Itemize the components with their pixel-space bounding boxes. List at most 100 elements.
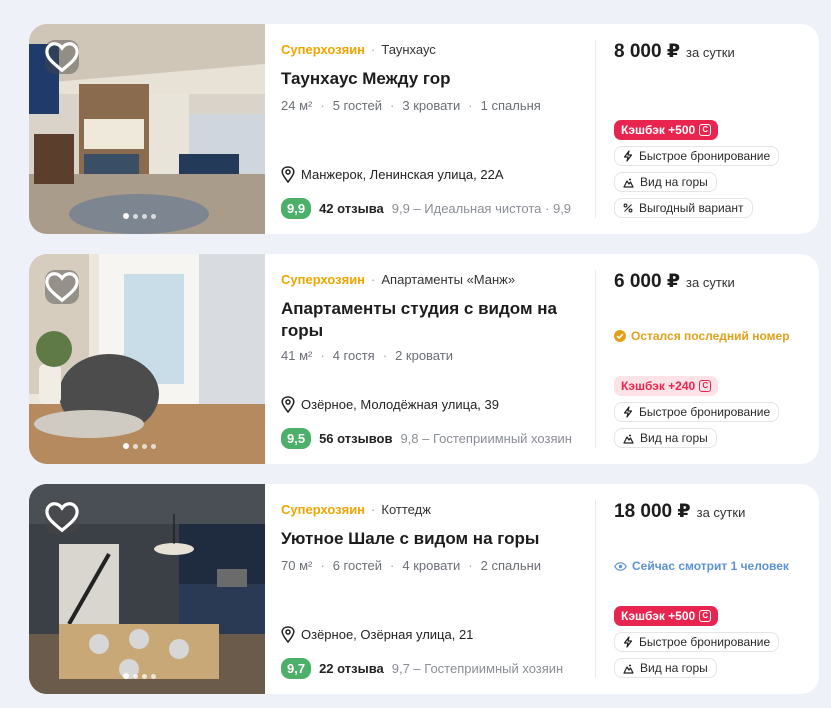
listing-card[interactable]: Суперхозяин · Таунхаус Таунхаус Между гор … bbox=[29, 24, 819, 234]
listing-photo[interactable] bbox=[29, 254, 265, 464]
lightning-icon bbox=[623, 636, 633, 648]
listing-photo[interactable] bbox=[29, 484, 265, 694]
rating-score: 9,9 bbox=[281, 198, 312, 219]
tag-label: Вид на горы bbox=[640, 431, 708, 445]
rating-row: 9,5 56 отзывов 9,8 – Гостеприимный хозяи… bbox=[281, 428, 573, 449]
listing-info: Суперхозяин · Таунхаус Таунхаус Между гор … bbox=[281, 24, 581, 234]
price-period: за сутки bbox=[686, 45, 735, 60]
review-highlight: 9,8 – Гостеприимный хозяин bbox=[400, 431, 572, 446]
listing-meta: Суперхозяин · Таунхаус bbox=[281, 42, 436, 57]
listing-title[interactable]: Уютное Шале с видом на горы bbox=[281, 528, 581, 550]
notice-text: Сейчас смотрит 1 человек bbox=[632, 559, 789, 573]
tag-mountain-view: Вид на горы bbox=[614, 658, 717, 678]
heart-icon bbox=[45, 502, 79, 533]
badges: Кэшбэк +240 C Быстрое бронирование Вид на… bbox=[614, 376, 780, 448]
column-divider bbox=[595, 270, 596, 448]
pagination-dot[interactable] bbox=[123, 673, 129, 679]
badges: Кэшбэк +500 C Быстрое бронирование Вид на… bbox=[614, 120, 780, 218]
cashback-label: Кэшбэк +500 bbox=[621, 123, 696, 137]
address-text: Озёрное, Молодёжная улица, 39 bbox=[301, 397, 499, 412]
tag-label: Быстрое бронирование bbox=[639, 149, 771, 163]
address-text: Манжерок, Ленинская улица, 22А bbox=[301, 167, 504, 182]
rating-row: 9,7 22 отзыва 9,7 – Гостеприимный хозяин bbox=[281, 658, 573, 679]
price: 8 000 ₽ за сутки bbox=[614, 40, 735, 63]
heart-icon bbox=[45, 42, 79, 73]
reviews-link[interactable]: 56 отзывов bbox=[319, 431, 392, 446]
listing-address: Озёрное, Озёрная улица, 21 bbox=[281, 626, 473, 643]
spec-beds: 3 кровати bbox=[382, 98, 460, 113]
tag-label: Выгодный вариант bbox=[639, 201, 744, 215]
cashback-badge: Кэшбэк +500 C bbox=[614, 120, 719, 140]
mountain-icon bbox=[623, 178, 634, 188]
listing-photo[interactable] bbox=[29, 24, 265, 234]
price-column: 6 000 ₽ за сутки Остался последний номер … bbox=[614, 254, 814, 464]
listing-specs: 41 м²4 гостя2 кровати bbox=[281, 348, 453, 363]
pagination-dot[interactable] bbox=[151, 673, 156, 679]
eye-icon bbox=[614, 561, 627, 571]
review-highlight: 9,7 – Гостеприимный хозяин bbox=[391, 661, 564, 676]
listing-title[interactable]: Таунхаус Между гор bbox=[281, 68, 581, 90]
tag-label: Быстрое бронирование bbox=[639, 635, 771, 649]
photo-pagination[interactable] bbox=[123, 213, 156, 219]
spec-beds: 4 кровати bbox=[382, 558, 460, 573]
cashback-icon: C bbox=[699, 124, 712, 136]
badges: Кэшбэк +500 C Быстрое бронирование Вид на… bbox=[614, 606, 780, 678]
superhost-badge: Суперхозяин bbox=[281, 272, 366, 287]
price: 18 000 ₽ за сутки bbox=[614, 500, 745, 523]
reviews-link[interactable]: 42 отзыва bbox=[319, 201, 384, 216]
check-circle-icon bbox=[614, 330, 626, 342]
property-type: Таунхаус bbox=[381, 42, 436, 57]
photo-pagination[interactable] bbox=[123, 443, 156, 449]
pagination-dot[interactable] bbox=[142, 213, 147, 219]
listing-title[interactable]: Апартаменты студия с видом на горы bbox=[281, 298, 581, 342]
tag-instant-booking: Быстрое бронирование bbox=[614, 146, 780, 166]
pagination-dot[interactable] bbox=[151, 213, 156, 219]
tag-label: Вид на горы bbox=[640, 175, 708, 189]
spec-guests: 6 гостей bbox=[312, 558, 382, 573]
tag-mountain-view: Вид на горы bbox=[614, 428, 717, 448]
spec-bedrooms: 2 спальни bbox=[460, 558, 541, 573]
pagination-dot[interactable] bbox=[142, 673, 147, 679]
listing-address: Озёрное, Молодёжная улица, 39 bbox=[281, 396, 499, 413]
cashback-label: Кэшбэк +500 bbox=[621, 609, 696, 623]
address-text: Озёрное, Озёрная улица, 21 bbox=[301, 627, 474, 642]
tag-label: Быстрое бронирование bbox=[639, 405, 771, 419]
listing-card[interactable]: Суперхозяин · Коттедж Уютное Шале с видом … bbox=[29, 484, 819, 694]
favorite-button[interactable] bbox=[45, 270, 79, 304]
viewers-notice: Сейчас смотрит 1 человек bbox=[614, 559, 789, 573]
spec-area: 70 м² bbox=[281, 558, 313, 573]
mountain-icon bbox=[623, 434, 634, 444]
pagination-dot[interactable] bbox=[142, 443, 147, 449]
listing-specs: 70 м²6 гостей4 кровати2 спальни bbox=[281, 558, 541, 573]
photo-pagination[interactable] bbox=[123, 673, 156, 679]
favorite-button[interactable] bbox=[45, 500, 79, 534]
price-column: 8 000 ₽ за сутки Кэшбэк +500 C Быстрое бро… bbox=[614, 24, 814, 234]
spec-guests: 4 гостя bbox=[312, 348, 374, 363]
location-pin-icon bbox=[281, 166, 295, 183]
favorite-button[interactable] bbox=[45, 40, 79, 74]
pagination-dot[interactable] bbox=[123, 443, 129, 449]
location-pin-icon bbox=[281, 396, 295, 413]
lightning-icon bbox=[623, 406, 633, 418]
price-amount: 6 000 ₽ bbox=[614, 271, 681, 292]
cashback-label: Кэшбэк +240 bbox=[621, 379, 696, 393]
price-amount: 18 000 ₽ bbox=[614, 501, 691, 522]
pagination-dot[interactable] bbox=[133, 213, 138, 219]
listing-info: Суперхозяин · Апартаменты «Манж» Апартамен… bbox=[281, 254, 581, 464]
pagination-dot[interactable] bbox=[123, 213, 129, 219]
price-amount: 8 000 ₽ bbox=[614, 41, 681, 62]
pagination-dot[interactable] bbox=[151, 443, 156, 449]
listing-meta: Суперхозяин · Апартаменты «Манж» bbox=[281, 272, 516, 287]
lightning-icon bbox=[623, 150, 633, 162]
superhost-badge: Суперхозяин bbox=[281, 502, 366, 517]
listing-info: Суперхозяин · Коттедж Уютное Шале с видом … bbox=[281, 484, 581, 694]
reviews-link[interactable]: 22 отзыва bbox=[319, 661, 384, 676]
listing-card[interactable]: Суперхозяин · Апартаменты «Манж» Апартамен… bbox=[29, 254, 819, 464]
notice-text: Остался последний номер bbox=[631, 329, 790, 343]
rating-row: 9,9 42 отзыва 9,9 – Идеальная чистота · … bbox=[281, 198, 573, 219]
rating-score: 9,7 bbox=[281, 658, 312, 679]
pagination-dot[interactable] bbox=[133, 443, 138, 449]
review-highlight: 9,9 – Идеальная чистота · 9,9 bbox=[391, 201, 572, 216]
pagination-dot[interactable] bbox=[133, 673, 138, 679]
column-divider bbox=[595, 40, 596, 218]
